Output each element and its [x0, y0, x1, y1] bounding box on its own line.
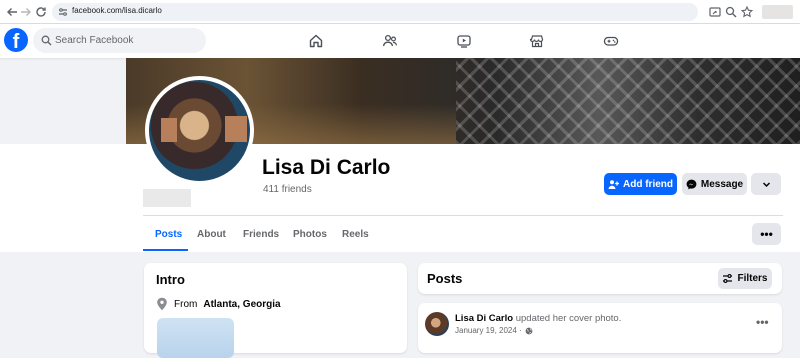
tab-posts[interactable]: Posts: [155, 229, 182, 240]
message-label: Message: [700, 178, 744, 190]
cast-icon[interactable]: [708, 5, 722, 19]
add-friend-label: Add friend: [623, 178, 673, 190]
redacted-region: [143, 189, 191, 207]
posts-title: Posts: [427, 271, 463, 286]
post-options-button[interactable]: •••: [756, 315, 769, 329]
profile-name: Lisa Di Carlo: [262, 156, 391, 179]
forward-arrow-icon[interactable]: [18, 4, 34, 20]
url-text: facebook.com/lisa.dicarlo: [72, 6, 162, 15]
friends-count[interactable]: 411 friends: [263, 184, 312, 195]
zoom-icon[interactable]: [724, 5, 738, 19]
message-button[interactable]: Message: [682, 173, 747, 195]
home-icon[interactable]: [308, 33, 324, 49]
search-input[interactable]: Search Facebook: [33, 28, 206, 53]
browser-profile-avatar[interactable]: [762, 5, 793, 19]
redacted-face-left: [161, 118, 177, 142]
filters-label: Filters: [737, 273, 768, 284]
post-date[interactable]: January 19, 2024 ·: [455, 326, 522, 335]
reload-icon[interactable]: [33, 4, 49, 20]
post-author[interactable]: Lisa Di Carlo: [455, 313, 513, 324]
tabs-more-button[interactable]: •••: [752, 223, 781, 245]
profile-tabs: Posts About Friends Photos Reels: [0, 216, 800, 252]
posts-header-card: Posts Filters: [418, 263, 782, 294]
bookmark-star-icon[interactable]: [740, 5, 754, 19]
location-pin-icon: [156, 297, 168, 311]
post-card: Lisa Di Carlo updated her cover photo. J…: [418, 303, 782, 353]
active-tab-indicator: [143, 249, 188, 251]
facebook-logo[interactable]: f: [4, 28, 28, 52]
gaming-icon[interactable]: [603, 33, 619, 49]
tab-reels[interactable]: Reels: [342, 229, 369, 240]
add-friend-icon: [608, 179, 619, 190]
post-timestamp: January 19, 2024 ·: [455, 326, 533, 335]
friends-icon[interactable]: [382, 33, 398, 49]
profile-header-area: [0, 144, 800, 216]
tab-about[interactable]: About: [197, 229, 226, 240]
intro-card: Intro From Atlanta, Georgia: [144, 263, 407, 358]
browser-toolbar: facebook.com/lisa.dicarlo: [0, 0, 800, 24]
location-link[interactable]: Atlanta, Georgia: [203, 299, 280, 310]
filters-icon: [722, 273, 733, 284]
tab-friends[interactable]: Friends: [243, 229, 279, 240]
post-header-line: Lisa Di Carlo updated her cover photo.: [455, 313, 621, 324]
video-icon[interactable]: [456, 33, 472, 49]
facebook-header: f Search Facebook: [0, 24, 800, 58]
profile-picture[interactable]: [149, 80, 250, 181]
tab-photos[interactable]: Photos: [293, 229, 327, 240]
chevron-down-icon: [761, 179, 772, 190]
location-prefix: From: [174, 298, 198, 310]
intro-location: From Atlanta, Georgia: [156, 297, 281, 311]
intro-featured-photo[interactable]: [157, 318, 234, 358]
search-placeholder: Search Facebook: [55, 35, 134, 46]
address-bar[interactable]: facebook.com/lisa.dicarlo: [52, 3, 698, 21]
cover-photo-lattice: [456, 58, 800, 144]
search-icon: [41, 35, 52, 46]
redacted-face-right: [225, 116, 247, 142]
post-author-avatar[interactable]: [425, 312, 449, 336]
site-info-icon[interactable]: [57, 6, 69, 18]
globe-icon: [525, 327, 533, 335]
messenger-icon: [686, 179, 697, 190]
post-action: updated her cover photo.: [515, 313, 622, 324]
profile-options-button[interactable]: [751, 173, 781, 195]
marketplace-icon[interactable]: [529, 33, 545, 49]
add-friend-button[interactable]: Add friend: [604, 173, 677, 195]
filters-button[interactable]: Filters: [718, 268, 772, 289]
intro-title: Intro: [156, 272, 185, 287]
